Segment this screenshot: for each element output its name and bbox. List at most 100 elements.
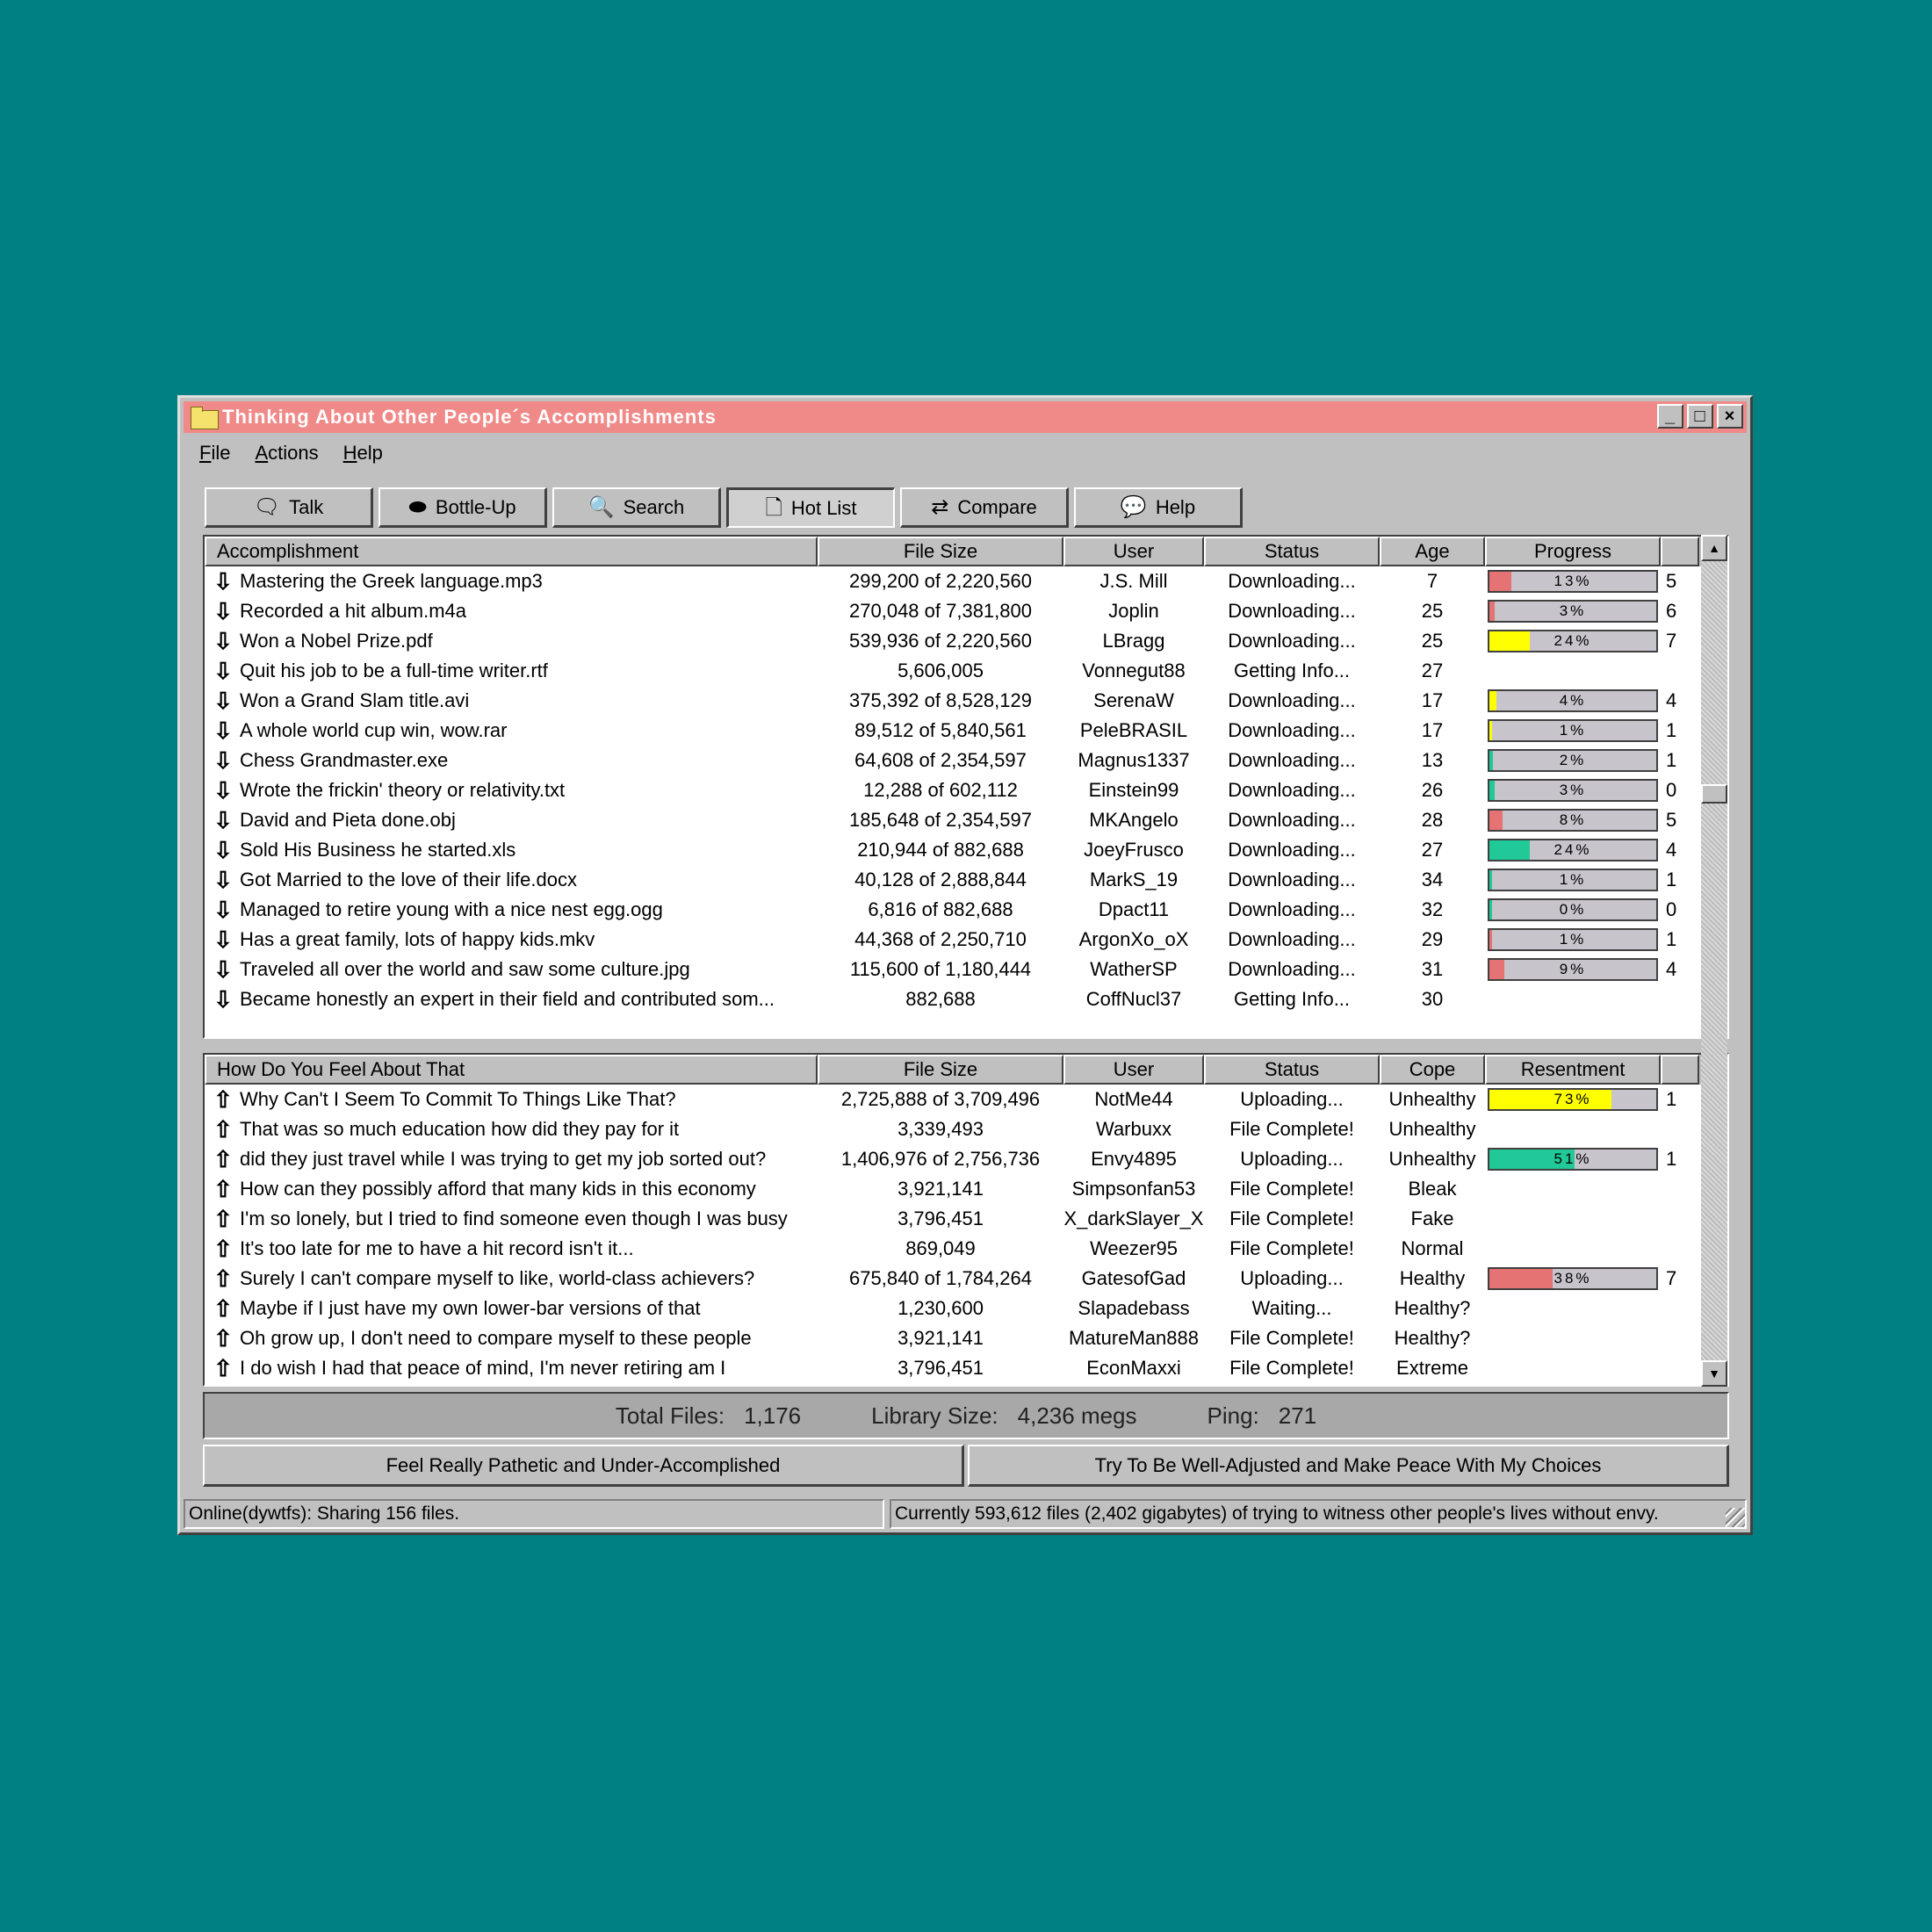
progress-cell: 8% (1485, 809, 1661, 832)
file-name-cell: ⇩ Managed to retire young with a nice nes… (205, 898, 818, 921)
file-name-cell: ⇩ Recorded a hit album.m4a (205, 600, 818, 623)
progress-label: 8% (1559, 811, 1587, 828)
status-bar: Online(dywtfs): Sharing 156 files. Curre… (184, 1499, 1747, 1529)
column-header[interactable]: Status (1204, 1055, 1380, 1085)
file-size: 3,796,451 (898, 1208, 984, 1229)
table-row[interactable]: ⇩ Chess Grandmaster.exe 64,608 of 2,354,59… (205, 746, 1727, 775)
table-row[interactable]: ⇩ Traveled all over the world and saw som… (205, 955, 1727, 984)
table-row[interactable]: ⇧ I'm so lonely, but I tried to find some… (205, 1204, 1727, 1234)
user-name: NotMe44 (1094, 1088, 1173, 1110)
total-files-label: Total Files: (615, 1402, 725, 1429)
scroll-thumb[interactable] (1701, 784, 1727, 804)
column-header[interactable]: User (1063, 1055, 1204, 1085)
table-row[interactable]: ⇩ A whole world cup win, wow.rar 89,512 of… (205, 716, 1727, 746)
download-arrow-icon: ⇩ (213, 809, 233, 832)
talk-button[interactable]: 🗨 Talk (205, 487, 373, 528)
column-header[interactable]: Resentment (1485, 1055, 1661, 1085)
hot-list-button[interactable]: 🗋 Hot List (726, 487, 895, 528)
maximize-button[interactable]: □ (1687, 404, 1713, 429)
progress-cell: 24% (1485, 839, 1661, 861)
file-name-cell: ⇩ Has a great family, lots of happy kids.… (205, 928, 818, 951)
table-row[interactable]: ⇧ Maybe if I just have my own lower-bar v… (205, 1294, 1727, 1323)
status-text: Downloading... (1228, 689, 1356, 711)
column-header[interactable] (1661, 537, 1699, 566)
table-row[interactable]: ⇩ Has a great family, lots of happy kids.… (205, 925, 1727, 955)
cope-value: Normal (1401, 1237, 1464, 1259)
status-text: Downloading... (1228, 869, 1356, 890)
table-row[interactable]: ⇩ Won a Nobel Prize.pdf 539,936 of 2,220,5… (205, 626, 1727, 656)
table-row[interactable]: ⇧ How can they possibly afford that many … (205, 1174, 1727, 1204)
column-header[interactable]: Cope (1380, 1055, 1485, 1085)
table-row[interactable]: ⇩ David and Pieta done.obj 185,648 of 2,35… (205, 805, 1727, 835)
progress-label: 3% (1559, 782, 1587, 798)
progress-bar: 24% (1488, 630, 1658, 652)
file-name-cell: ⇩ Got Married to the love of their life.d… (205, 869, 818, 891)
table-row[interactable]: ⇩ Won a Grand Slam title.avi 375,392 of 8,… (205, 686, 1727, 716)
table-row[interactable]: ⇩ Got Married to the love of their life.d… (205, 865, 1727, 895)
file-size: 1,406,976 of 2,756,736 (840, 1148, 1041, 1170)
compare-button[interactable]: ⇄ Compare (900, 487, 1069, 528)
extra-column-value: 0 (1666, 898, 1677, 920)
close-button[interactable]: × (1717, 404, 1743, 429)
help-button[interactable]: 💬 Help (1074, 487, 1243, 528)
table-row[interactable]: ⇧ Why Can't I Seem To Commit To Things Li… (205, 1085, 1727, 1114)
table-row[interactable]: ⇧ It's too late for me to have a hit reco… (205, 1234, 1727, 1264)
extra-column-value: 4 (1666, 689, 1677, 711)
make-peace-button[interactable]: Try To Be Well-Adjusted and Make Peace W… (968, 1445, 1729, 1487)
table-row[interactable]: ⇩ Recorded a hit album.m4a 270,048 of 7,38… (205, 596, 1727, 626)
column-header[interactable]: File Size (818, 1055, 1063, 1085)
file-name-cell: ⇩ Became honestly an expert in their fiel… (205, 988, 818, 1011)
table-row[interactable]: ⇧ Oh grow up, I don't need to compare mys… (205, 1323, 1727, 1353)
feel-pathetic-button[interactable]: Feel Really Pathetic and Under-Accomplis… (203, 1445, 964, 1487)
column-header[interactable]: Progress (1485, 537, 1661, 566)
file-size: 1,230,600 (898, 1297, 984, 1319)
table-row[interactable]: ⇩ Mastering the Greek language.mp3 299,200… (205, 566, 1727, 596)
scroll-down-arrow-icon[interactable]: ▼ (1701, 1360, 1727, 1387)
extra-column-value: 1 (1666, 749, 1677, 771)
column-header[interactable]: File Size (818, 537, 1063, 566)
bottle-up-button[interactable]: ⬬ Bottle-Up (378, 487, 547, 528)
upload-arrow-icon: ⇧ (213, 1267, 233, 1290)
extra-column-value: 5 (1666, 570, 1677, 592)
user-name: ArgonXo_oX (1078, 928, 1189, 950)
file-name-cell: ⇩ Quit his job to be a full-time writer.r… (205, 660, 818, 682)
totals-bar: Total Files: 1,176 Library Size: 4,236 meg… (203, 1392, 1729, 1439)
vertical-scrollbar[interactable]: ▲ ▼ (1701, 535, 1727, 1387)
menu-help[interactable]: Help (343, 442, 383, 465)
scroll-up-arrow-icon[interactable]: ▲ (1701, 535, 1727, 561)
column-header[interactable]: How Do You Feel About That (205, 1055, 818, 1085)
age-value: 25 (1421, 630, 1444, 652)
table-row[interactable]: ⇧ That was so much education how did they… (205, 1114, 1727, 1144)
table-row[interactable]: ⇩ Sold His Business he started.xls 210,944… (205, 835, 1727, 865)
progress-cell: 73% (1485, 1088, 1661, 1111)
title-bar[interactable]: Thinking About Other People´s Accomplish… (184, 401, 1747, 433)
search-button[interactable]: 🔍 Search (552, 487, 721, 528)
cope-value: Fake (1410, 1208, 1454, 1229)
table-row[interactable]: ⇩ Became honestly an expert in their fiel… (205, 984, 1727, 1014)
file-name-cell: ⇧ I'm so lonely, but I tried to find some… (205, 1208, 818, 1230)
download-arrow-icon: ⇩ (213, 988, 233, 1011)
resize-grip-icon[interactable] (1726, 1508, 1745, 1527)
hot-list-button-label: Hot List (790, 496, 857, 519)
minimize-button[interactable]: _ (1657, 404, 1683, 429)
menu-actions[interactable]: Actions (255, 442, 318, 465)
table-row[interactable]: ⇧ Surely I can't compare myself to like, … (205, 1264, 1727, 1294)
status-text: File Complete! (1229, 1357, 1354, 1379)
menu-file[interactable]: File (199, 442, 230, 465)
column-header[interactable] (1661, 1055, 1699, 1085)
menu-bar: File Actions Help (199, 442, 383, 465)
table-row[interactable]: ⇩ Wrote the frickin' theory or relativity… (205, 775, 1727, 805)
file-name: I'm so lonely, but I tried to find someo… (240, 1208, 788, 1229)
status-text: File Complete! (1229, 1237, 1354, 1259)
column-header[interactable]: Status (1204, 537, 1380, 566)
table-row[interactable]: ⇩ Managed to retire young with a nice nes… (205, 895, 1727, 925)
column-header[interactable]: User (1063, 537, 1204, 566)
progress-bar: 1% (1488, 719, 1658, 742)
table-row[interactable]: ⇧ did they just travel while I was trying… (205, 1144, 1727, 1174)
table-row[interactable]: ⇩ Quit his job to be a full-time writer.r… (205, 656, 1727, 686)
progress-cell: 0% (1485, 898, 1661, 921)
column-header[interactable]: Age (1380, 537, 1485, 566)
column-header[interactable]: Accomplishment (205, 537, 818, 566)
progress-label: 51% (1554, 1150, 1592, 1167)
table-row[interactable]: ⇧ I do wish I had that peace of mind, I'm… (205, 1353, 1727, 1383)
